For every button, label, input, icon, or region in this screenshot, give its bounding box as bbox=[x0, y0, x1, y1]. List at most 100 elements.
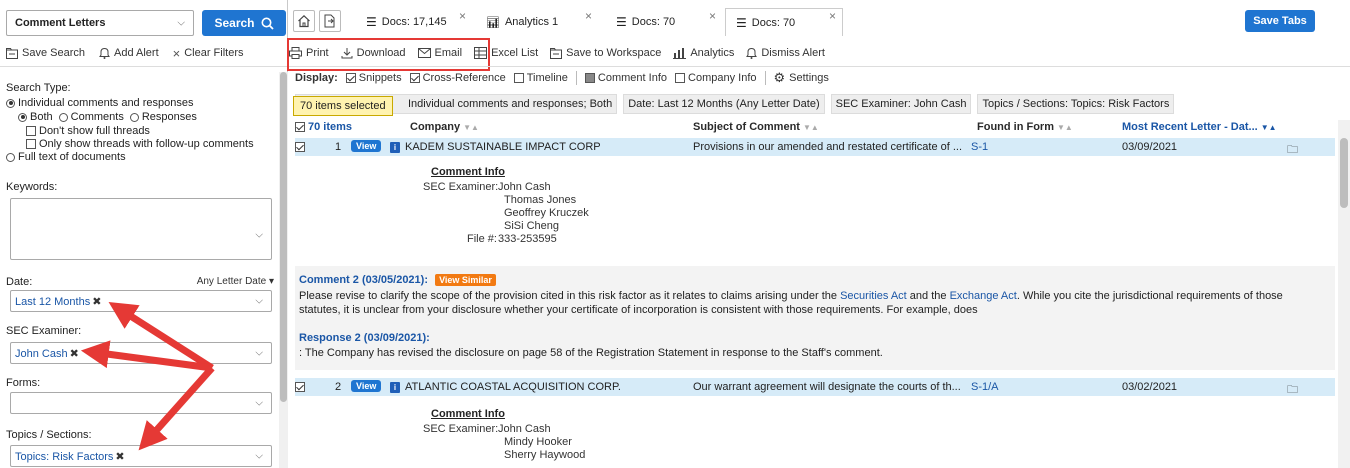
info-badge-icon[interactable]: i bbox=[390, 381, 400, 393]
checkbox-only-followup[interactable]: Only show threads with follow-up comment… bbox=[6, 138, 287, 150]
analytics-label: Analytics bbox=[690, 47, 735, 59]
column-form[interactable]: Found in Form ▼▲ bbox=[977, 121, 1073, 133]
row-company: ATLANTIC COASTAL ACQUISITION CORP. bbox=[405, 381, 621, 393]
caret-down-icon: ▾ bbox=[268, 276, 274, 287]
examiner-select[interactable]: John Cash ✖ ⌵ bbox=[10, 342, 272, 364]
comment-title: Comment 2 (03/05/2021): bbox=[299, 274, 428, 286]
folder-icon[interactable]: 🗀︎ bbox=[1287, 141, 1298, 160]
checkbox-snippets[interactable]: Snippets bbox=[345, 72, 402, 84]
close-icon[interactable]: × bbox=[459, 9, 466, 23]
file-label: File #: bbox=[467, 233, 497, 245]
radio-responses[interactable]: Responses bbox=[129, 111, 197, 123]
close-icon[interactable]: × bbox=[585, 9, 592, 23]
date-mode-dropdown[interactable]: Any Letter Date ▾ bbox=[197, 276, 274, 287]
scrollbar-thumb[interactable] bbox=[280, 72, 287, 402]
selected-count-badge: 70 items selected bbox=[293, 96, 393, 116]
row-subject: Provisions in our amended and restated c… bbox=[693, 141, 963, 153]
radio-responses-label: Responses bbox=[141, 111, 197, 123]
checkbox-comment-info[interactable]: Comment Info bbox=[584, 72, 667, 84]
home-button[interactable] bbox=[293, 10, 315, 32]
date-label: Date: bbox=[6, 276, 33, 288]
row-form-link[interactable]: S-1 bbox=[971, 141, 988, 153]
view-button[interactable]: View bbox=[351, 140, 382, 152]
remove-tag-icon[interactable]: ✖ bbox=[92, 296, 101, 308]
close-icon[interactable]: × bbox=[829, 9, 836, 23]
dismiss-alert-button[interactable]: Dismiss Alert bbox=[746, 47, 825, 59]
comment-info-title: Comment Info bbox=[431, 166, 505, 178]
document-arrow-icon bbox=[324, 14, 335, 28]
close-icon[interactable]: × bbox=[709, 9, 716, 23]
display-options: Display: Snippets Cross-Reference Timeli… bbox=[295, 70, 829, 86]
chevron-down-icon: ⌵ bbox=[255, 229, 263, 241]
sidebar-scrollbar[interactable] bbox=[279, 72, 288, 468]
export-tab-button[interactable] bbox=[319, 10, 341, 32]
row-checkbox[interactable] bbox=[295, 141, 308, 153]
forms-select[interactable]: ⌵ bbox=[10, 392, 272, 414]
table-row[interactable]: 2 View i ATLANTIC COASTAL ACQUISITION CO… bbox=[295, 378, 1335, 396]
collection-select[interactable]: Comment Letters ⌵ bbox=[6, 10, 194, 36]
search-button[interactable]: Search bbox=[202, 10, 286, 36]
keywords-input[interactable]: ⌵ bbox=[10, 198, 272, 260]
tab-analytics-1[interactable]: 📊︎ Analytics 1 × bbox=[475, 8, 599, 36]
filter-chip-examiner[interactable]: SEC Examiner: John Cash bbox=[830, 94, 972, 114]
comment-text-part: and the bbox=[906, 290, 950, 302]
remove-tag-icon[interactable]: ✖ bbox=[70, 348, 79, 360]
column-date[interactable]: Most Recent Letter - Dat... ▼▲ bbox=[1122, 121, 1277, 133]
analytics-button[interactable]: Analytics bbox=[673, 47, 734, 59]
clear-filters-button[interactable]: × Clear Filters bbox=[173, 46, 244, 61]
results-scrollbar[interactable] bbox=[1338, 120, 1350, 468]
list-icon: ☰ bbox=[616, 15, 627, 29]
settings-button[interactable]: ⚙ Settings bbox=[774, 70, 829, 86]
scrollbar-thumb[interactable] bbox=[1340, 138, 1348, 208]
tab-docs-70-a[interactable]: ☰ Docs: 70 × bbox=[605, 8, 723, 36]
examiner-name: Thomas Jones bbox=[504, 194, 577, 206]
remove-tag-icon[interactable]: ✖ bbox=[115, 451, 124, 463]
folder-icon[interactable]: 🗀︎ bbox=[1287, 381, 1298, 400]
exchange-act-link[interactable]: Exchange Act bbox=[950, 290, 1017, 302]
row-number: 1 bbox=[335, 141, 342, 153]
save-search-button[interactable]: Save Search bbox=[6, 47, 85, 59]
divider bbox=[575, 71, 577, 85]
column-subject[interactable]: Subject of Comment ▼▲ bbox=[693, 121, 819, 133]
sidebar-toolbar: Save Search Add Alert × Clear Filters bbox=[6, 44, 288, 62]
tab-bar: ☰ Docs: 17,145 × 📊︎ Analytics 1 × ☰ Docs… bbox=[289, 6, 1350, 36]
topics-select[interactable]: Topics: Risk Factors ✖ ⌵ bbox=[10, 445, 272, 467]
chevron-down-icon: ⌵ bbox=[177, 17, 185, 29]
select-all-checkbox[interactable]: 70 items bbox=[295, 121, 352, 133]
checkbox-icon bbox=[345, 73, 356, 84]
save-search-label: Save Search bbox=[22, 47, 85, 59]
save-tabs-button[interactable]: Save Tabs bbox=[1245, 10, 1315, 32]
items-count: 70 items bbox=[308, 121, 353, 133]
view-button[interactable]: View bbox=[351, 380, 382, 392]
view-similar-button[interactable]: View Similar bbox=[435, 274, 496, 286]
comment-text-part: Please revise to clarify the scope of th… bbox=[299, 290, 841, 302]
tab-label: Analytics 1 bbox=[504, 16, 559, 28]
checkbox-icon bbox=[26, 126, 36, 137]
radio-individual[interactable]: Individual comments and responses bbox=[6, 97, 287, 109]
radio-both[interactable]: Both bbox=[18, 111, 53, 123]
radio-comments[interactable]: Comments bbox=[58, 111, 124, 123]
filter-chip-label: Topics / Sections: Topics: Risk Factors bbox=[982, 98, 1170, 110]
filter-chip-topics[interactable]: Topics / Sections: Topics: Risk Factors bbox=[977, 94, 1175, 114]
info-badge-icon[interactable]: i bbox=[390, 141, 400, 153]
save-workspace-label: Save to Workspace bbox=[566, 47, 662, 59]
tab-docs-17145[interactable]: ☰ Docs: 17,145 × bbox=[355, 8, 473, 36]
save-workspace-button[interactable]: Save to Workspace bbox=[550, 47, 661, 59]
row-checkbox[interactable] bbox=[295, 381, 308, 393]
checkbox-cross-reference[interactable]: Cross-Reference bbox=[409, 72, 506, 84]
radio-full-text[interactable]: Full text of documents bbox=[6, 151, 287, 163]
row-form-link[interactable]: S-1/A bbox=[971, 381, 999, 393]
checkbox-company-info[interactable]: Company Info bbox=[675, 72, 757, 84]
radio-icon bbox=[6, 152, 15, 162]
column-company[interactable]: Company ▼▲ bbox=[410, 121, 479, 133]
radio-both-label: Both bbox=[30, 111, 53, 123]
add-alert-button[interactable]: Add Alert bbox=[99, 47, 159, 59]
date-select[interactable]: Last 12 Months ✖ ⌵ bbox=[10, 290, 272, 312]
checkbox-label: Snippets bbox=[358, 72, 402, 84]
table-row[interactable]: 1 View i KADEM SUSTAINABLE IMPACT CORP P… bbox=[295, 138, 1335, 156]
securities-act-link[interactable]: Securities Act bbox=[840, 290, 907, 302]
checkbox-dont-show-threads[interactable]: Don't show full threads bbox=[6, 125, 287, 137]
tab-docs-70-active[interactable]: ☰ Docs: 70 × bbox=[725, 8, 843, 36]
checkbox-timeline[interactable]: Timeline bbox=[513, 72, 568, 84]
filter-chip-date[interactable]: Date: Last 12 Months (Any Letter Date) bbox=[623, 94, 825, 114]
